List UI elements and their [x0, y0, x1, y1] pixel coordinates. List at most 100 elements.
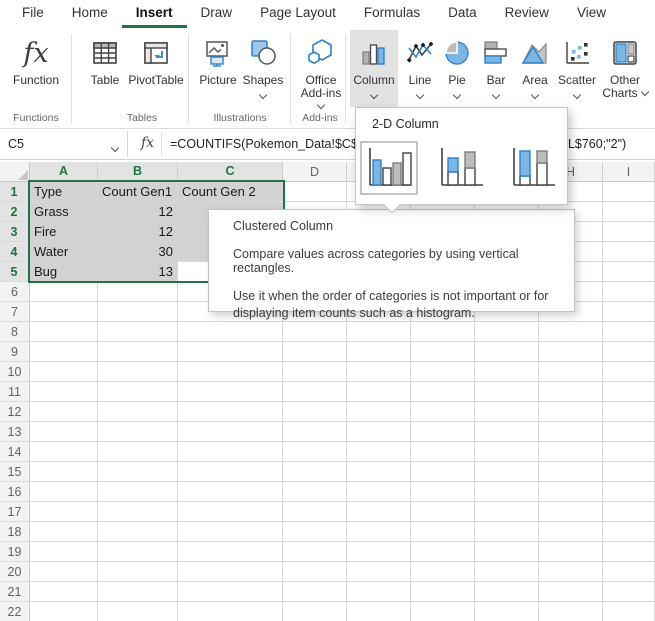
menu-tab-page-layout[interactable]: Page Layout — [246, 0, 350, 28]
cell-G20[interactable] — [475, 562, 539, 582]
cell-F9[interactable] — [411, 342, 475, 362]
cell-C19[interactable] — [178, 542, 283, 562]
cell-F19[interactable] — [411, 542, 475, 562]
cell-A20[interactable] — [30, 562, 98, 582]
cell-B12[interactable] — [98, 402, 178, 422]
cell-A21[interactable] — [30, 582, 98, 602]
row-header-2[interactable]: 2 — [0, 202, 30, 222]
cell-D10[interactable] — [283, 362, 347, 382]
cell-I1[interactable] — [603, 182, 655, 202]
cell-D9[interactable] — [283, 342, 347, 362]
bar-chart-button[interactable]: Bar — [478, 30, 514, 108]
cell-H12[interactable] — [539, 402, 603, 422]
cell-E18[interactable] — [347, 522, 411, 542]
menu-tab-data[interactable]: Data — [434, 0, 491, 28]
cell-E14[interactable] — [347, 442, 411, 462]
cell-I13[interactable] — [603, 422, 655, 442]
cell-D19[interactable] — [283, 542, 347, 562]
cell-B17[interactable] — [98, 502, 178, 522]
cell-A11[interactable] — [30, 382, 98, 402]
cell-E9[interactable] — [347, 342, 411, 362]
cell-C15[interactable] — [178, 462, 283, 482]
cell-E20[interactable] — [347, 562, 411, 582]
cell-G13[interactable] — [475, 422, 539, 442]
cell-A5[interactable]: Bug — [30, 262, 98, 282]
menu-tab-home[interactable]: Home — [58, 0, 122, 28]
cell-D22[interactable] — [283, 602, 347, 621]
row-header-15[interactable]: 15 — [0, 462, 30, 482]
row-header-11[interactable]: 11 — [0, 382, 30, 402]
menu-tab-view[interactable]: View — [563, 0, 620, 28]
cell-C17[interactable] — [178, 502, 283, 522]
cell-I20[interactable] — [603, 562, 655, 582]
cell-I3[interactable] — [603, 222, 655, 242]
cell-D21[interactable] — [283, 582, 347, 602]
row-header-1[interactable]: 1 — [0, 182, 30, 202]
cell-H8[interactable] — [539, 322, 603, 342]
cell-E16[interactable] — [347, 482, 411, 502]
cell-C13[interactable] — [178, 422, 283, 442]
cell-E8[interactable] — [347, 322, 411, 342]
row-header-20[interactable]: 20 — [0, 562, 30, 582]
cell-G16[interactable] — [475, 482, 539, 502]
row-header-4[interactable]: 4 — [0, 242, 30, 262]
cell-F12[interactable] — [411, 402, 475, 422]
cell-E13[interactable] — [347, 422, 411, 442]
cell-I15[interactable] — [603, 462, 655, 482]
cell-A3[interactable]: Fire — [30, 222, 98, 242]
cell-B11[interactable] — [98, 382, 178, 402]
cell-G19[interactable] — [475, 542, 539, 562]
cell-A6[interactable] — [30, 282, 98, 302]
row-header-19[interactable]: 19 — [0, 542, 30, 562]
cell-B8[interactable] — [98, 322, 178, 342]
cell-A2[interactable]: Grass — [30, 202, 98, 222]
column-header-D[interactable]: D — [283, 162, 347, 182]
cell-E17[interactable] — [347, 502, 411, 522]
area-chart-button[interactable]: Area — [516, 30, 554, 108]
row-header-16[interactable]: 16 — [0, 482, 30, 502]
table-button[interactable]: Table — [82, 30, 128, 108]
cell-A7[interactable] — [30, 302, 98, 322]
cell-G9[interactable] — [475, 342, 539, 362]
cell-B9[interactable] — [98, 342, 178, 362]
cell-B21[interactable] — [98, 582, 178, 602]
insert-function-button[interactable]: fx — [134, 131, 162, 157]
cell-I14[interactable] — [603, 442, 655, 462]
cell-I7[interactable] — [603, 302, 655, 322]
cell-D11[interactable] — [283, 382, 347, 402]
cell-B15[interactable] — [98, 462, 178, 482]
name-box[interactable]: C5 — [0, 131, 128, 157]
cell-B1[interactable]: Count Gen1 — [98, 182, 178, 202]
cell-H15[interactable] — [539, 462, 603, 482]
cell-G10[interactable] — [475, 362, 539, 382]
chart-option-clustered-column[interactable] — [360, 141, 418, 195]
cell-A8[interactable] — [30, 322, 98, 342]
cell-G15[interactable] — [475, 462, 539, 482]
cell-B3[interactable]: 12 — [98, 222, 178, 242]
cell-C11[interactable] — [178, 382, 283, 402]
cell-A4[interactable]: Water — [30, 242, 98, 262]
cell-I22[interactable] — [603, 602, 655, 621]
cell-F18[interactable] — [411, 522, 475, 542]
cell-F22[interactable] — [411, 602, 475, 621]
cell-B19[interactable] — [98, 542, 178, 562]
cell-E15[interactable] — [347, 462, 411, 482]
cell-F14[interactable] — [411, 442, 475, 462]
cell-B4[interactable]: 30 — [98, 242, 178, 262]
cell-C1[interactable]: Count Gen 2 — [178, 182, 283, 202]
cell-B14[interactable] — [98, 442, 178, 462]
row-header-22[interactable]: 22 — [0, 602, 30, 621]
menu-tab-draw[interactable]: Draw — [187, 0, 247, 28]
row-header-10[interactable]: 10 — [0, 362, 30, 382]
cell-A1[interactable]: Type — [30, 182, 98, 202]
cell-D13[interactable] — [283, 422, 347, 442]
cell-C8[interactable] — [178, 322, 283, 342]
cell-D1[interactable] — [283, 182, 347, 202]
cell-F8[interactable] — [411, 322, 475, 342]
row-header-6[interactable]: 6 — [0, 282, 30, 302]
shapes-button[interactable]: Shapes — [240, 30, 286, 108]
cell-E10[interactable] — [347, 362, 411, 382]
cell-B18[interactable] — [98, 522, 178, 542]
cell-G21[interactable] — [475, 582, 539, 602]
cell-H13[interactable] — [539, 422, 603, 442]
